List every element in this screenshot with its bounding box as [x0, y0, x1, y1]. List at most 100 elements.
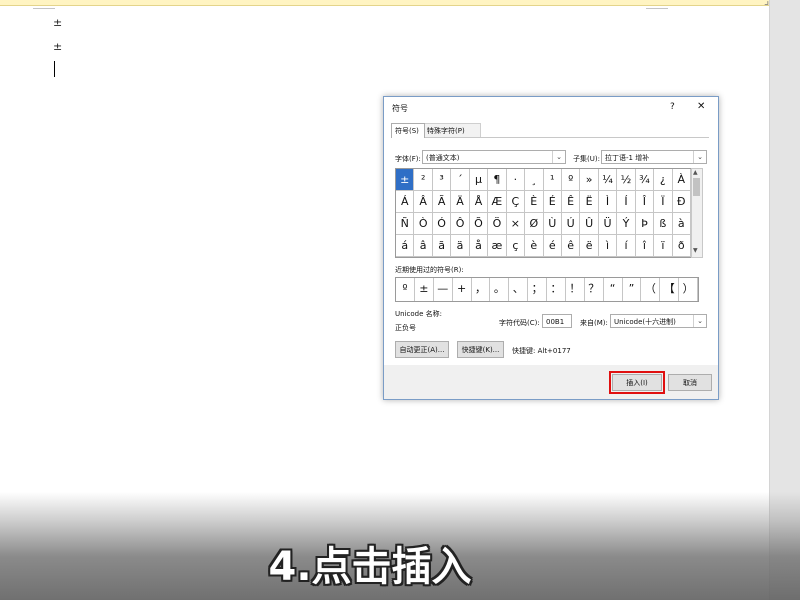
symbol-cell[interactable]: ½ — [617, 169, 636, 191]
symbol-cell[interactable]: ì — [598, 235, 618, 257]
tab-symbols[interactable]: 符号(S) — [391, 123, 425, 138]
symbol-cell[interactable]: Ä — [451, 191, 470, 213]
symbol-cell[interactable]: Ñ — [396, 213, 415, 235]
recent-symbol-cell[interactable]: “ — [604, 278, 623, 301]
recent-symbol-cell[interactable]: ？ — [585, 278, 604, 301]
symbol-cell[interactable]: â — [414, 235, 433, 257]
symbol-cell[interactable]: ß — [654, 213, 673, 235]
symbol-cell[interactable]: é — [543, 235, 562, 257]
symbol-cell[interactable]: Î — [635, 191, 655, 213]
insert-button[interactable]: 插入(I) — [609, 371, 665, 394]
symbol-cell[interactable]: ³ — [432, 169, 452, 191]
symbol-cell[interactable]: Ë — [580, 191, 599, 213]
from-select[interactable]: Unicode(十六进制) ⌄ — [610, 314, 707, 328]
symbol-cell[interactable]: ¹ — [543, 169, 562, 191]
symbol-cell[interactable]: Ü — [598, 213, 618, 235]
symbol-cell[interactable]: ê — [561, 235, 581, 257]
symbol-cell[interactable]: × — [506, 213, 526, 235]
recent-symbol-cell[interactable]: — — [434, 278, 453, 301]
symbol-cell[interactable]: Å — [469, 191, 489, 213]
symbol-cell[interactable]: Ì — [598, 191, 618, 213]
recent-symbol-cell[interactable]: ± — [415, 278, 434, 301]
symbol-cell[interactable]: ã — [432, 235, 452, 257]
symbol-cell[interactable]: á — [396, 235, 415, 257]
symbol-cell[interactable]: í — [617, 235, 636, 257]
symbol-cell[interactable]: º — [561, 169, 581, 191]
symbol-cell[interactable]: È — [525, 191, 544, 213]
symbol-cell[interactable]: ¾ — [635, 169, 655, 191]
symbol-cell[interactable]: æ — [488, 235, 507, 257]
symbol-cell[interactable]: Æ — [488, 191, 507, 213]
symbol-cell[interactable]: ¿ — [654, 169, 673, 191]
autocorrect-button[interactable]: 自动更正(A)... — [395, 341, 449, 358]
symbol-cell[interactable]: Ã — [432, 191, 452, 213]
symbol-cell[interactable]: » — [580, 169, 599, 191]
symbol-cell[interactable]: À — [672, 169, 691, 191]
symbol-cell[interactable]: Û — [580, 213, 599, 235]
symbol-cell[interactable]: ë — [580, 235, 599, 257]
symbol-cell[interactable]: ´ — [451, 169, 470, 191]
recent-symbol-cell[interactable]: （ — [641, 278, 661, 301]
shortcut-key-button[interactable]: 快捷键(K)... — [457, 341, 504, 358]
symbol-cell[interactable]: Ö — [488, 213, 507, 235]
symbol-cell[interactable]: ð — [672, 235, 691, 257]
symbol-cell[interactable]: Á — [396, 191, 415, 213]
symbol-cell[interactable]: µ — [469, 169, 489, 191]
symbol-cell[interactable]: Ê — [561, 191, 581, 213]
close-icon[interactable]: ✕ — [697, 101, 705, 112]
char-code-label: 字符代码(C): — [499, 319, 540, 327]
font-select[interactable]: (普通文本) ⌄ — [422, 150, 566, 164]
symbol-cell[interactable]: Ç — [506, 191, 526, 213]
recent-symbol-cell[interactable]: ” — [623, 278, 642, 301]
recent-symbol-cell[interactable]: ： — [547, 278, 566, 301]
symbol-cell[interactable]: ä — [451, 235, 470, 257]
cancel-button[interactable]: 取消 — [668, 374, 712, 391]
recent-symbol-cell[interactable]: 。 — [490, 278, 510, 301]
symbol-cell[interactable]: Õ — [469, 213, 489, 235]
recent-symbol-cell[interactable]: + — [453, 278, 472, 301]
recent-symbols-row: º ± — +，。、；：！？ “” （【） — [395, 277, 699, 302]
symbol-cell[interactable]: Ò — [414, 213, 433, 235]
symbol-cell[interactable]: Â — [414, 191, 433, 213]
symbol-cell[interactable]: É — [543, 191, 562, 213]
page-margin-mark-right — [646, 8, 668, 9]
symbol-cell[interactable]: Ø — [525, 213, 544, 235]
symbol-cell[interactable]: Ð — [672, 191, 691, 213]
recent-symbol-cell[interactable]: ； — [528, 278, 547, 301]
scroll-down-icon[interactable]: ▼ — [693, 247, 698, 254]
symbol-cell[interactable]: î — [635, 235, 655, 257]
symbol-cell[interactable]: ² — [414, 169, 433, 191]
help-button[interactable]: ? — [670, 102, 675, 112]
symbol-cell[interactable]: Ý — [617, 213, 636, 235]
symbol-cell[interactable]: Ï — [654, 191, 673, 213]
symbol-cell[interactable]: å — [469, 235, 489, 257]
recent-symbol-cell[interactable]: ， — [472, 278, 491, 301]
symbol-cell[interactable]: Ú — [561, 213, 581, 235]
page-margin-mark-left — [33, 8, 55, 9]
symbol-cell[interactable]: Í — [617, 191, 636, 213]
tab-special-characters[interactable]: 特殊字符(P) — [423, 123, 481, 138]
symbol-cell[interactable]: Ô — [451, 213, 470, 235]
symbol-cell[interactable]: ç — [506, 235, 526, 257]
symbol-cell[interactable]: · — [506, 169, 526, 191]
symbol-cell[interactable]: Ù — [543, 213, 562, 235]
subset-select[interactable]: 拉丁语-1 增补 ⌄ — [601, 150, 707, 164]
symbol-cell[interactable]: Ó — [432, 213, 452, 235]
recent-symbol-cell[interactable]: ） — [679, 278, 698, 301]
scroll-up-icon[interactable]: ▲ — [693, 169, 698, 176]
symbol-cell[interactable]: Þ — [635, 213, 655, 235]
symbol-cell[interactable]: ï — [654, 235, 673, 257]
symbol-cell[interactable]: à — [672, 213, 691, 235]
recent-symbol-cell[interactable]: ！ — [566, 278, 585, 301]
recent-symbol-cell[interactable]: 、 — [509, 278, 529, 301]
char-code-input[interactable]: 00B1 — [542, 314, 572, 328]
scroll-thumb[interactable] — [693, 178, 700, 196]
symbol-grid-scrollbar[interactable]: ▲ ▼ — [691, 168, 703, 258]
symbol-cell[interactable]: ¼ — [598, 169, 618, 191]
recent-symbol-cell[interactable]: 【 — [660, 278, 680, 301]
symbol-cell[interactable]: ¸ — [525, 169, 544, 191]
recent-symbol-cell[interactable]: º — [396, 278, 415, 301]
symbol-cell[interactable]: è — [525, 235, 544, 257]
symbol-cell[interactable]: ¶ — [488, 169, 507, 191]
symbol-cell-selected[interactable]: ± — [396, 169, 415, 191]
